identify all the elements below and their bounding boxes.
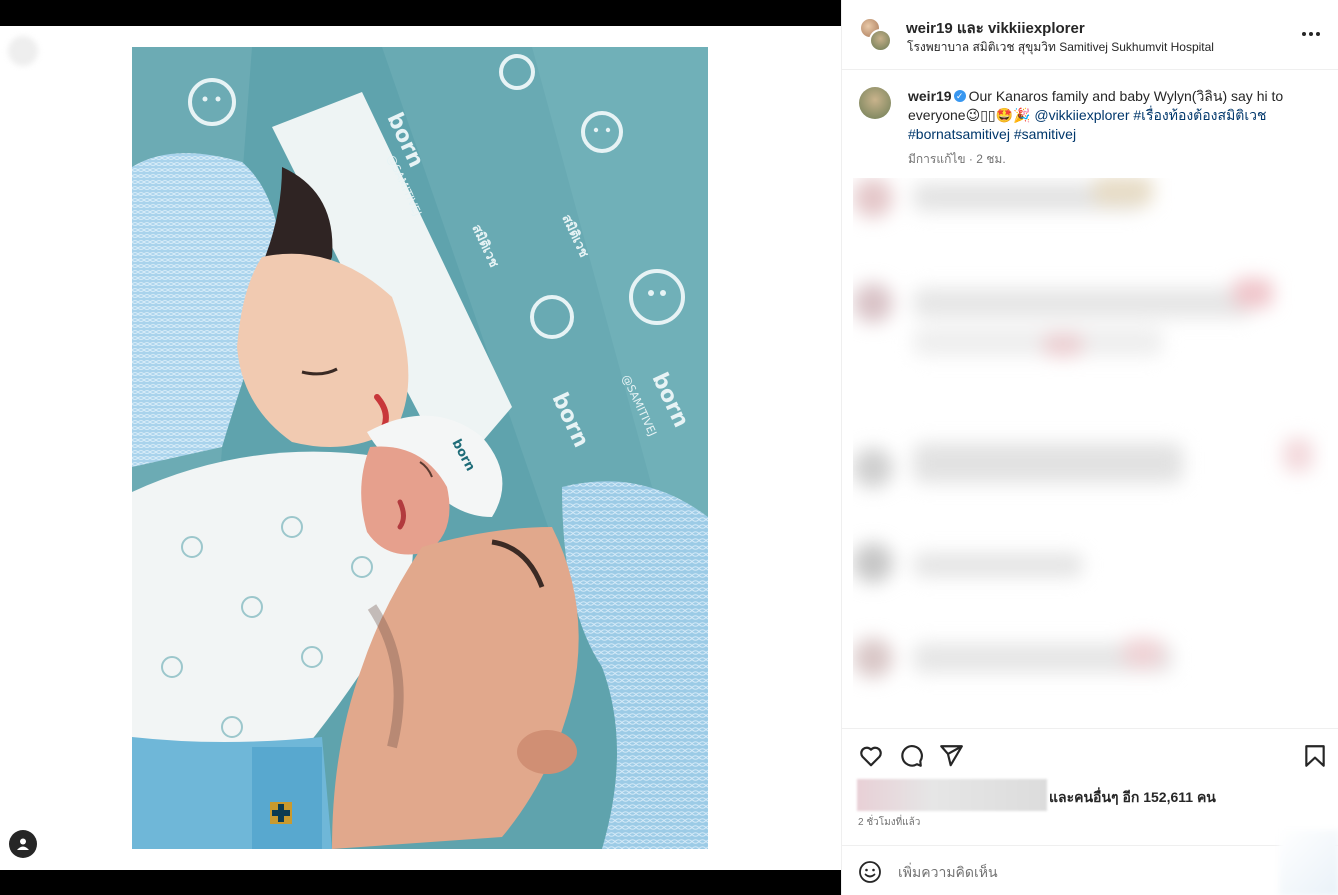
blurred-comments — [853, 178, 1328, 726]
post-timestamp[interactable]: 2 ชั่วโมงที่แล้ว — [858, 815, 920, 830]
user-icon — [17, 838, 29, 850]
post-side-panel: weir19 และ vikkiiexplorer โรงพยาบาล สมิต… — [841, 0, 1338, 895]
media-pane: born born born @SAMITIVEJ @SAMITIVEJ สมิ… — [0, 0, 841, 895]
comment-input[interactable] — [898, 862, 1258, 882]
caption-meta: มีการแก้ไข · 2 ชม. — [908, 152, 1006, 166]
share-paper-plane-icon[interactable] — [938, 743, 964, 769]
more-options-button[interactable] — [1299, 22, 1323, 46]
author-names[interactable]: weir19 และ vikkiiexplorer — [906, 16, 1085, 40]
action-bar — [842, 728, 1338, 776]
blurred-comments-layer — [853, 178, 1328, 726]
post-caption: weir19 ✓ Our Kanaros family and baby Wylyn… — [908, 87, 1308, 144]
add-comment-bar — [842, 830, 1338, 895]
save-bookmark-icon[interactable] — [1302, 743, 1328, 769]
emoji-smiley-icon[interactable] — [858, 860, 882, 884]
instagram-post-modal: born born born @SAMITIVEJ @SAMITIVEJ สมิ… — [0, 0, 1338, 895]
post-header: weir19 และ vikkiiexplorer โรงพยาบาล สมิต… — [842, 0, 1338, 70]
newborn-photo-illustration: born born born @SAMITIVEJ @SAMITIVEJ สมิ… — [132, 47, 708, 849]
comment-bubble-icon[interactable] — [898, 743, 924, 769]
likes-row[interactable]: และคนอื่นๆ อีก 152,611 คน — [857, 779, 1327, 811]
blurred-liker-names — [857, 779, 1047, 811]
verified-badge-icon: ✓ — [953, 90, 966, 103]
hospital-badge — [270, 802, 292, 824]
caption-emojis: 😉▯▯🤩🎉 — [965, 107, 1031, 123]
caption-avatar[interactable] — [859, 87, 891, 119]
backdrop-top — [0, 0, 841, 26]
more-options-icon — [1302, 32, 1320, 36]
mention-link[interactable]: @vikkiiexplorer — [1034, 107, 1129, 123]
avatar-vikkiiexplorer[interactable] — [869, 29, 892, 52]
post-photo[interactable]: born born born @SAMITIVEJ @SAMITIVEJ สมิ… — [132, 47, 708, 849]
hashtag-link-1[interactable]: #เรื่องท้องต้องสมิติเวช — [1133, 107, 1266, 123]
likes-count[interactable]: และคนอื่นๆ อีก 152,611 คน — [1049, 787, 1216, 809]
hashtag-link-2[interactable]: #bornatsamitivej — [908, 126, 1010, 142]
backdrop-bottom — [0, 870, 841, 895]
hashtag-link-3[interactable]: #samitivej — [1014, 126, 1076, 142]
blurred-corner — [1279, 830, 1338, 895]
location-link[interactable]: โรงพยาบาล สมิติเวช สุขุมวิท Samitivej Su… — [907, 38, 1214, 57]
tagged-users-button[interactable] — [9, 830, 37, 858]
blurred-avatar — [8, 36, 38, 66]
caption-username[interactable]: weir19 — [908, 88, 952, 104]
like-heart-icon[interactable] — [858, 743, 884, 769]
collab-avatars[interactable] — [859, 17, 893, 53]
